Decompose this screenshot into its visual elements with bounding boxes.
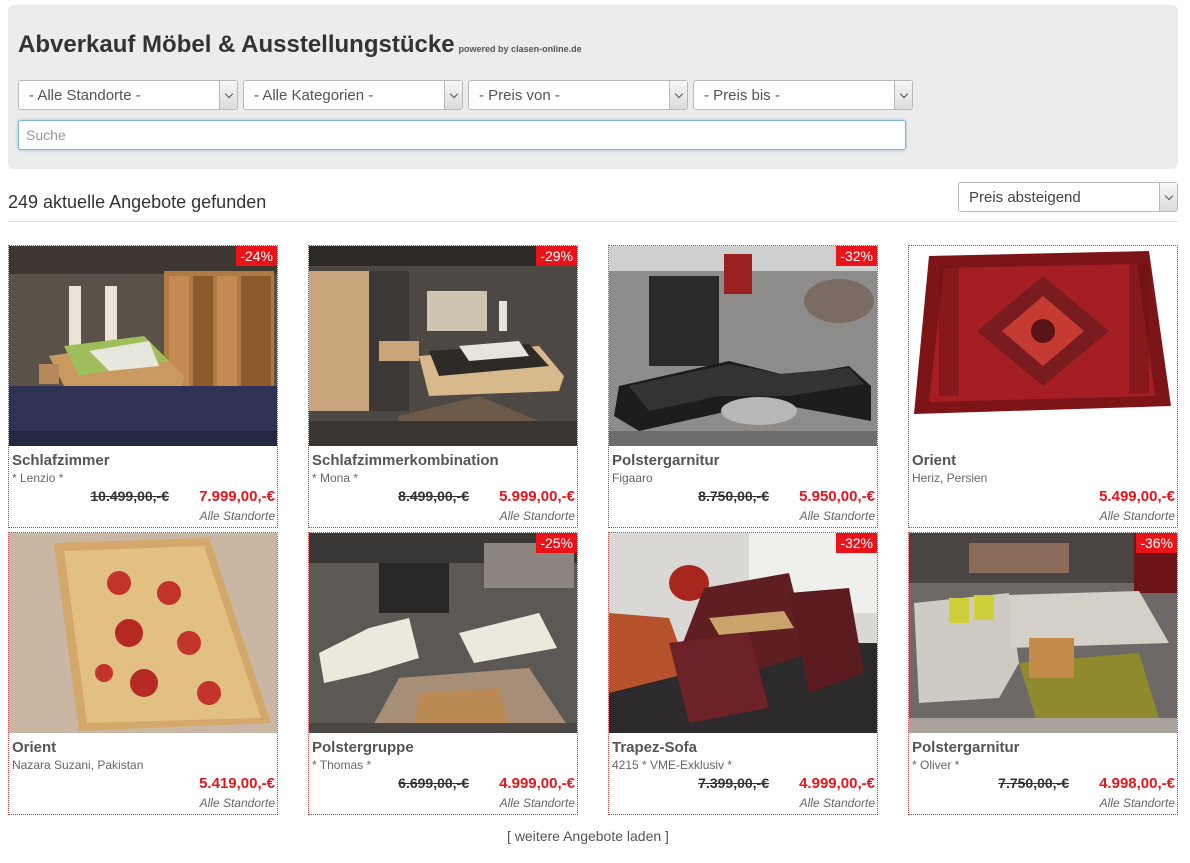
product-card[interactable]: Orient Nazara Suzani, Pakistan 5.419,00,… xyxy=(8,532,278,815)
old-price: 6.699,00,-€ xyxy=(398,775,469,791)
product-card[interactable]: -32% Polstergarnitur Figaaro 8.750,00,-€… xyxy=(608,245,878,528)
product-subtitle: * Oliver * xyxy=(912,758,960,772)
chevron-down-icon xyxy=(894,81,912,109)
product-location: Alle Standorte xyxy=(499,509,575,523)
product-subtitle: Heriz, Persien xyxy=(912,471,988,485)
chevron-down-icon xyxy=(1159,183,1177,211)
product-image xyxy=(909,246,1177,446)
product-name: Orient xyxy=(12,739,57,756)
discount-badge: -32% xyxy=(836,246,877,266)
sale-price: 5.999,00,-€ xyxy=(499,488,575,505)
product-image: -24% xyxy=(9,246,277,446)
product-card[interactable]: -24% Schlafzimmer * Lenzio * 10.499,00,-… xyxy=(8,245,278,528)
product-card[interactable]: Orient Heriz, Persien 5.499,00,-€ Alle S… xyxy=(908,245,1178,528)
category-select-value: - Alle Kategorien - xyxy=(254,87,374,104)
product-image: -32% xyxy=(609,533,877,733)
product-subtitle: Nazara Suzani, Pakistan xyxy=(12,758,144,772)
product-location: Alle Standorte xyxy=(799,509,875,523)
old-price: 7.399,00,-€ xyxy=(698,775,769,791)
discount-badge: -25% xyxy=(536,533,577,553)
product-location: Alle Standorte xyxy=(1099,796,1175,810)
sale-price: 4.999,00,-€ xyxy=(499,775,575,792)
product-image xyxy=(9,533,277,733)
powered-by-label: powered by clasen-online.de xyxy=(458,44,582,54)
sale-price: 5.499,00,-€ xyxy=(1099,488,1175,505)
results-count: 249 aktuelle Angebote gefunden xyxy=(8,192,267,212)
product-name: Polstergruppe xyxy=(312,739,414,756)
product-subtitle: Figaaro xyxy=(612,471,653,485)
chevron-down-icon xyxy=(219,81,237,109)
location-select-value: - Alle Standorte - xyxy=(29,87,141,104)
sale-price: 5.419,00,-€ xyxy=(199,775,275,792)
product-subtitle: 4215 * VME-Exklusiv * xyxy=(612,758,733,772)
product-location: Alle Standorte xyxy=(199,796,275,810)
product-location: Alle Standorte xyxy=(499,796,575,810)
old-price: 8.750,00,-€ xyxy=(698,488,769,504)
product-name: Polstergarnitur xyxy=(912,739,1020,756)
product-name: Schlafzimmerkombination xyxy=(312,452,499,469)
discount-badge: -32% xyxy=(836,533,877,553)
sort-select-value: Preis absteigend xyxy=(969,189,1081,206)
product-name: Orient xyxy=(912,452,957,469)
product-card[interactable]: -29% Schlafzimmerkombination * Mona * 8.… xyxy=(308,245,578,528)
price-from-select[interactable]: - Preis von - xyxy=(468,80,688,110)
product-subtitle: * Lenzio * xyxy=(12,471,64,485)
product-location: Alle Standorte xyxy=(799,796,875,810)
product-location: Alle Standorte xyxy=(199,509,275,523)
divider xyxy=(8,221,1178,222)
filter-panel: Abverkauf Möbel & Ausstellungstücke power… xyxy=(8,5,1178,169)
old-price: 10.499,00,-€ xyxy=(90,488,169,504)
product-card[interactable]: -25% Polstergruppe * Thomas * 6.699,00,-… xyxy=(308,532,578,815)
product-card[interactable]: -32% Trapez-Sofa 4215 * VME-Exklusiv * 7… xyxy=(608,532,878,815)
search-input[interactable] xyxy=(18,120,906,150)
category-select[interactable]: - Alle Kategorien - xyxy=(243,80,463,110)
discount-badge: -24% xyxy=(236,246,277,266)
sale-price: 7.999,00,-€ xyxy=(199,488,275,505)
product-name: Schlafzimmer xyxy=(12,452,110,469)
product-subtitle: * Mona * xyxy=(312,471,359,485)
price-from-select-value: - Preis von - xyxy=(479,87,560,104)
product-image: -29% xyxy=(309,246,577,446)
product-image: -36% xyxy=(909,533,1177,733)
product-name: Polstergarnitur xyxy=(612,452,720,469)
product-location: Alle Standorte xyxy=(1099,509,1175,523)
load-more-link[interactable]: [ weitere Angebote laden ] xyxy=(0,828,1176,844)
chevron-down-icon xyxy=(669,81,687,109)
product-name: Trapez-Sofa xyxy=(612,739,698,756)
discount-badge: -36% xyxy=(1136,533,1177,553)
product-image: -25% xyxy=(309,533,577,733)
price-to-select-value: - Preis bis - xyxy=(704,87,780,104)
chevron-down-icon xyxy=(444,81,462,109)
page-title: Abverkauf Möbel & Ausstellungstücke power… xyxy=(18,31,582,58)
sort-select[interactable]: Preis absteigend xyxy=(958,182,1178,212)
discount-badge: -29% xyxy=(536,246,577,266)
old-price: 8.499,00,-€ xyxy=(398,488,469,504)
product-subtitle: * Thomas * xyxy=(312,758,372,772)
product-card[interactable]: -36% Polstergarnitur * Oliver * 7.750,00… xyxy=(908,532,1178,815)
old-price: 7.750,00,-€ xyxy=(998,775,1069,791)
location-select[interactable]: - Alle Standorte - xyxy=(18,80,238,110)
sale-price: 4.998,00,-€ xyxy=(1099,775,1175,792)
product-image: -32% xyxy=(609,246,877,446)
price-to-select[interactable]: - Preis bis - xyxy=(693,80,913,110)
sale-price: 5.950,00,-€ xyxy=(799,488,875,505)
sale-price: 4.999,00,-€ xyxy=(799,775,875,792)
